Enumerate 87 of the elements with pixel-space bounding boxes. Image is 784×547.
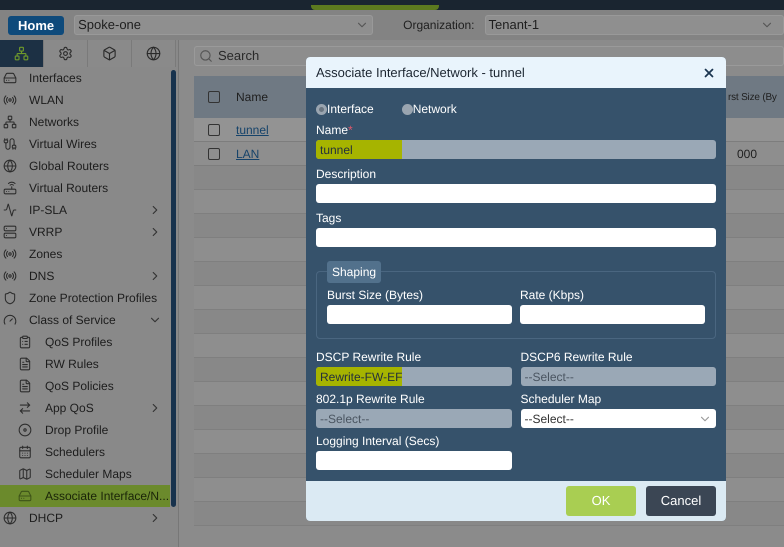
select-field[interactable]: --Select-- <box>520 409 716 428</box>
field-label: Scheduler Map <box>520 391 602 407</box>
cancel-button[interactable]: Cancel <box>646 486 716 516</box>
sidebar-item[interactable]: DHCP <box>0 507 170 529</box>
drive-icon <box>18 489 32 503</box>
sidebar-item[interactable]: Drop Profile <box>0 419 170 441</box>
input-field[interactable] <box>316 184 716 203</box>
field-label: DSCP6 Rewrite Rule <box>520 349 634 365</box>
input-field[interactable] <box>316 228 716 247</box>
sidebar-tab[interactable] <box>0 40 44 67</box>
network-icon <box>14 46 29 61</box>
antenna-icon <box>3 247 17 261</box>
pulse-icon <box>3 203 17 217</box>
sidebar-item[interactable]: Virtual Routers <box>0 177 170 199</box>
sidebar-item[interactable]: Schedulers <box>0 441 170 463</box>
server-icon <box>3 225 17 239</box>
home-button[interactable]: Home <box>8 16 64 34</box>
drive-icon <box>3 71 17 85</box>
field-label: Name <box>316 122 348 138</box>
field-label: DSCP Rewrite Rule <box>316 349 422 365</box>
router-icon <box>3 181 17 195</box>
dialog-title: Associate Interface/Network - tunnel <box>316 64 525 82</box>
field-placeholder: --Select-- <box>319 410 370 428</box>
sidebar-item[interactable]: QoS Profiles <box>0 331 170 353</box>
checkbox[interactable] <box>208 124 220 136</box>
sidebar-item[interactable]: Zone Protection Profiles <box>0 287 170 309</box>
sidebar-item[interactable]: VRRP <box>0 221 170 243</box>
field-label: Description <box>316 166 378 182</box>
field-placeholder: --Select-- <box>524 368 575 386</box>
sidebar-item[interactable]: Zones <box>0 243 170 265</box>
sidebar-item[interactable]: Associate Interface/N... <box>0 485 170 507</box>
antenna-icon <box>3 93 17 107</box>
document-icon <box>18 379 32 393</box>
field-label: Logging Interval (Secs) <box>316 433 440 449</box>
input-field[interactable] <box>327 305 512 324</box>
input-field[interactable] <box>520 305 705 324</box>
sidebar-item[interactable]: RW Rules <box>0 353 170 375</box>
disc-icon <box>18 423 32 437</box>
sidebar-item[interactable]: IP-SLA <box>0 199 170 221</box>
sidebar-item[interactable]: Virtual Wires <box>0 133 170 155</box>
column-header: rst Size (By <box>728 90 777 104</box>
antenna-icon <box>3 269 17 283</box>
search-icon <box>199 49 213 63</box>
globe-icon <box>3 511 17 525</box>
group-legend: Shaping <box>327 261 382 283</box>
field-label: Rate (Kbps) <box>520 287 586 303</box>
sidebar-item[interactable]: Class of Service <box>0 309 170 331</box>
input-field[interactable] <box>316 451 512 470</box>
required-mark: * <box>348 122 353 138</box>
checkbox[interactable] <box>208 91 220 103</box>
radio-button[interactable]: Network <box>402 100 457 118</box>
field-value: tunnel <box>319 142 354 158</box>
globe-icon <box>3 159 17 173</box>
sidebar-item[interactable]: QoS Policies <box>0 375 170 397</box>
field-label: Burst Size (Bytes) <box>327 287 424 303</box>
device-select[interactable]: Spoke-one <box>74 15 374 35</box>
shield-icon <box>3 291 17 305</box>
radio-button[interactable]: Interface <box>316 100 374 118</box>
sidebar-item[interactable]: Scheduler Maps <box>0 463 170 485</box>
sidebar-item[interactable]: Networks <box>0 111 170 133</box>
sidebar-item[interactable]: Global Routers <box>0 155 170 177</box>
arrows-icon <box>18 401 32 415</box>
list-icon <box>18 335 32 349</box>
scrollbar[interactable] <box>171 70 176 507</box>
calendar-icon <box>18 445 32 459</box>
column-header: Name <box>236 90 268 104</box>
field-value: Rewrite-FW-EF <box>319 368 404 386</box>
sidebar-item[interactable]: App QoS <box>0 397 170 419</box>
table-cell-text: 000 <box>736 146 757 162</box>
field-label: Tags <box>316 210 342 226</box>
sidebar-item[interactable]: WLAN <box>0 89 170 111</box>
organization-select[interactable]: Tenant-1 <box>484 15 784 35</box>
sidebar-item[interactable]: Interfaces <box>0 67 170 89</box>
sidebar-item[interactable]: DNS <box>0 265 170 287</box>
network-icon <box>3 115 17 129</box>
field-placeholder: --Select-- <box>524 410 575 428</box>
document-icon <box>18 357 32 371</box>
cube-icon <box>102 46 117 61</box>
field-label: 802.1p Rewrite Rule <box>316 391 426 407</box>
organization-label: Organization: <box>403 17 474 34</box>
cable-icon <box>3 137 17 151</box>
gauge-icon <box>3 313 17 327</box>
map-icon <box>18 467 32 481</box>
checkbox[interactable] <box>208 148 220 160</box>
settings-icon <box>58 46 73 61</box>
close-icon[interactable] <box>702 66 716 80</box>
globe-icon <box>146 46 161 61</box>
